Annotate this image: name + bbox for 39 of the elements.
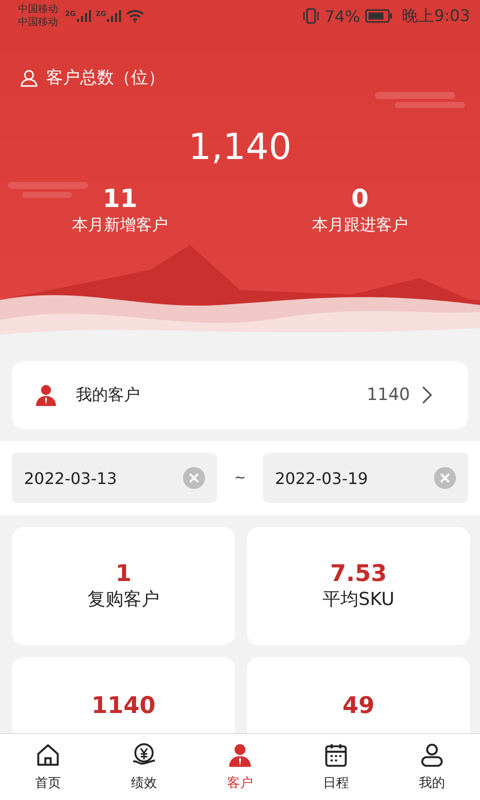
customer-icon: [34, 383, 58, 407]
stat-label: 本月新增客户: [72, 215, 168, 236]
total-customers-label: 客户总数（位）: [46, 67, 165, 89]
user-icon: [419, 742, 445, 768]
tab-item[interactable]: 首页: [0, 734, 96, 800]
carrier-name: 中国移动: [18, 3, 58, 16]
battery-percent: 74%: [324, 6, 360, 26]
stat-card[interactable]: 7.53 平均SKU: [247, 527, 470, 645]
home-icon: [35, 742, 61, 768]
chevron-right-icon: [422, 386, 432, 404]
range-separator: ~: [233, 470, 247, 486]
total-customers-value: 1,140: [187, 127, 293, 168]
my-customers-label: 我的客户: [76, 384, 141, 406]
tab-item[interactable]: 绩效: [96, 734, 192, 800]
customer-count: 1140: [366, 385, 410, 405]
stat-label: 本月跟进客户: [312, 215, 408, 236]
calendar-icon: [323, 742, 349, 768]
signal-icon: [76, 10, 91, 22]
battery-icon: [365, 9, 394, 23]
clock-time: 晚上9:03: [402, 6, 470, 26]
tab-item[interactable]: 我的: [384, 734, 480, 800]
clear-icon: [434, 467, 456, 489]
vibrate-icon: [302, 8, 320, 24]
stat-value: 11: [102, 184, 138, 213]
tab-item[interactable]: 客户: [192, 734, 288, 800]
my-customers-row[interactable]: 我的客户 1140: [12, 361, 468, 429]
stat-card[interactable]: 49: [247, 657, 470, 733]
stat-card[interactable]: 1 复购客户: [12, 527, 235, 645]
date-field[interactable]: 2022-03-13: [12, 453, 217, 503]
tab-item[interactable]: 日程: [288, 734, 384, 800]
wifi-icon: [126, 10, 144, 22]
stat-card[interactable]: 1140: [12, 657, 235, 733]
signal-icon: [107, 10, 122, 22]
carrier-name: 中国移动: [18, 16, 58, 29]
person-icon: [20, 68, 38, 86]
person-icon: [227, 742, 253, 768]
clear-icon: [183, 467, 205, 489]
stat-value: 0: [351, 184, 369, 213]
date-field[interactable]: 2022-03-19: [263, 453, 468, 503]
